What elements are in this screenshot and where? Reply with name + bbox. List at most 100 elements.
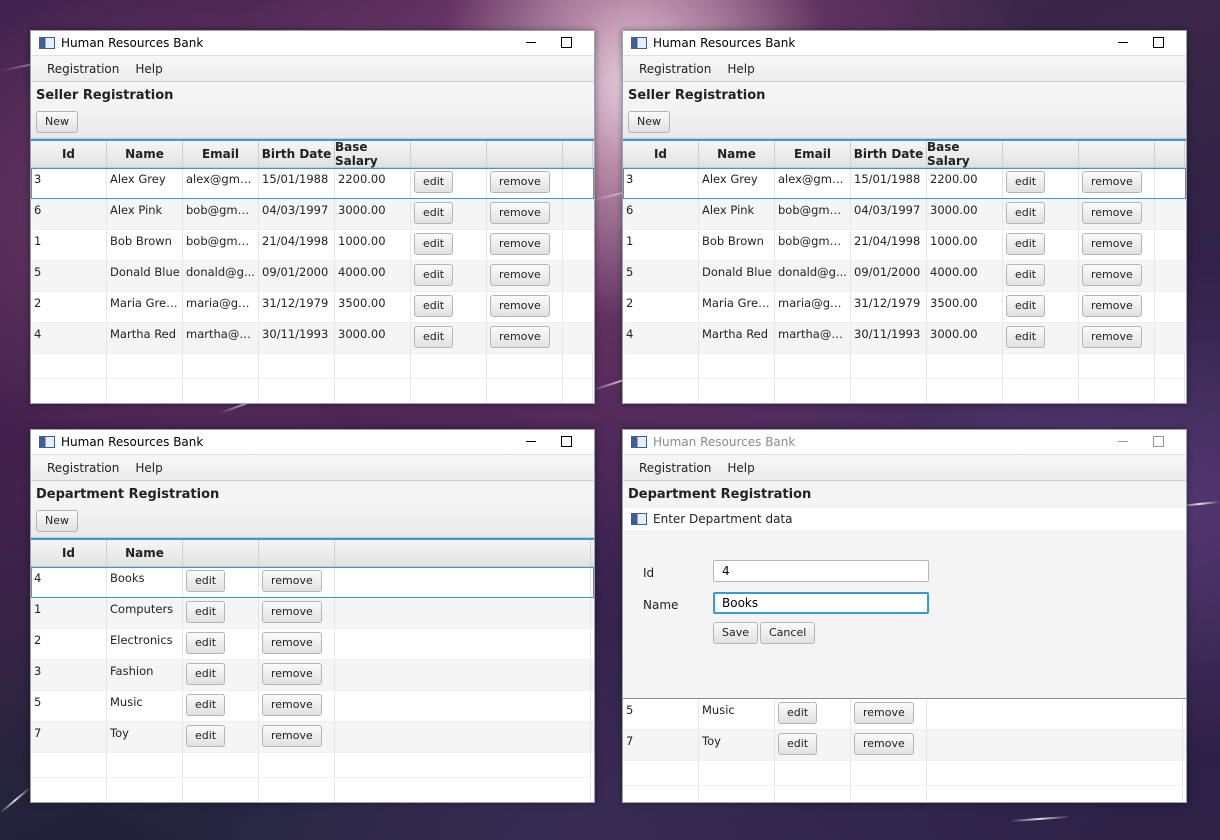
remove-button[interactable]: remove <box>490 233 550 255</box>
column-header[interactable] <box>183 540 259 566</box>
table-row[interactable]: 1 Bob Brown bob@gmai... 21/04/1998 1000.00 ed… <box>31 230 594 261</box>
department-table[interactable]: Id Name 4 Books edit remove 1 Computers edit remo… <box>31 538 594 802</box>
table-row[interactable]: 3 Fashion edit remove <box>31 660 594 691</box>
remove-button[interactable]: remove <box>262 663 322 685</box>
table-row[interactable]: 5 Music edit remove <box>31 691 594 722</box>
remove-button[interactable]: remove <box>1082 326 1142 348</box>
title-bar[interactable]: Human Resources Bank <box>623 31 1186 55</box>
remove-button[interactable]: remove <box>262 601 322 623</box>
column-header[interactable] <box>487 141 563 167</box>
edit-button[interactable]: edit <box>414 171 454 193</box>
edit-button[interactable]: edit <box>414 326 454 348</box>
table-row[interactable]: 1 Computers edit remove <box>31 598 594 629</box>
column-header[interactable]: Id <box>31 540 107 566</box>
remove-button[interactable]: remove <box>262 632 322 654</box>
title-bar[interactable]: Human Resources Bank <box>31 31 594 55</box>
menu-help[interactable]: Help <box>719 62 762 76</box>
save-button[interactable]: Save <box>713 622 759 644</box>
column-header[interactable] <box>1079 141 1155 167</box>
edit-button[interactable]: edit <box>1006 326 1046 348</box>
edit-button[interactable]: edit <box>186 632 226 654</box>
menu-registration[interactable]: Registration <box>631 461 719 475</box>
edit-button[interactable]: edit <box>186 725 226 747</box>
edit-button[interactable]: edit <box>778 702 818 724</box>
column-header[interactable] <box>1155 141 1185 167</box>
table-row[interactable]: 4 Martha Red martha@g... 30/11/1993 3000.00 e… <box>623 323 1186 354</box>
menu-help[interactable]: Help <box>127 62 170 76</box>
column-header[interactable]: Base Salary <box>927 140 1003 168</box>
edit-button[interactable]: edit <box>778 733 818 755</box>
minimize-icon[interactable] <box>1118 42 1128 43</box>
remove-button[interactable]: remove <box>1082 233 1142 255</box>
remove-button[interactable]: remove <box>1082 202 1142 224</box>
column-header[interactable]: Id <box>31 141 107 167</box>
id-field[interactable] <box>713 560 929 582</box>
remove-button[interactable]: remove <box>262 725 322 747</box>
column-header[interactable]: Email <box>183 141 259 167</box>
remove-button[interactable]: remove <box>490 295 550 317</box>
minimize-icon[interactable] <box>526 441 536 442</box>
menu-help[interactable]: Help <box>719 461 762 475</box>
edit-button[interactable]: edit <box>186 570 226 592</box>
edit-button[interactable]: edit <box>186 694 226 716</box>
maximize-icon[interactable] <box>1153 37 1164 48</box>
table-row[interactable]: 5 Donald Blue donald@g... 09/01/2000 4000.00… <box>31 261 594 292</box>
table-row[interactable]: 2 Maria Green maria@gm... 31/12/1979 3500.00… <box>623 292 1186 323</box>
column-header[interactable] <box>335 540 591 566</box>
remove-button[interactable]: remove <box>262 694 322 716</box>
new-button[interactable]: New <box>36 111 78 133</box>
table-row[interactable]: 5 Music edit remove <box>623 699 1186 730</box>
remove-button[interactable]: remove <box>490 264 550 286</box>
table-row[interactable]: 6 Alex Pink bob@gmai... 04/03/1997 3000.00 ed… <box>31 199 594 230</box>
name-field[interactable] <box>713 592 929 614</box>
remove-button[interactable]: remove <box>490 171 550 193</box>
new-button[interactable]: New <box>628 111 670 133</box>
column-header[interactable]: Birth Date <box>259 141 335 167</box>
edit-button[interactable]: edit <box>414 202 454 224</box>
edit-button[interactable]: edit <box>1006 171 1046 193</box>
column-header[interactable]: Birth Date <box>851 141 927 167</box>
remove-button[interactable]: remove <box>1082 171 1142 193</box>
menu-registration[interactable]: Registration <box>39 461 127 475</box>
menu-registration[interactable]: Registration <box>39 62 127 76</box>
cancel-button[interactable]: Cancel <box>760 622 816 644</box>
table-row[interactable]: 2 Maria Green maria@gm... 31/12/1979 3500.00… <box>31 292 594 323</box>
column-header[interactable]: Email <box>775 141 851 167</box>
edit-button[interactable]: edit <box>414 264 454 286</box>
seller-table[interactable]: Id Name Email Birth Date Base Salary 3 Alex Gr… <box>623 139 1186 403</box>
table-row[interactable]: 1 Bob Brown bob@gmai... 21/04/1998 1000.00 ed… <box>623 230 1186 261</box>
maximize-icon[interactable] <box>561 37 572 48</box>
maximize-icon[interactable] <box>561 436 572 447</box>
table-row[interactable]: 7 Toy edit remove <box>623 730 1186 761</box>
table-row[interactable]: 3 Alex Grey alex@gmai... 15/01/1988 2200.00 e… <box>623 168 1186 199</box>
remove-button[interactable]: remove <box>490 202 550 224</box>
menu-registration[interactable]: Registration <box>631 62 719 76</box>
edit-button[interactable]: edit <box>1006 202 1046 224</box>
remove-button[interactable]: remove <box>262 570 322 592</box>
table-row[interactable]: 6 Alex Pink bob@gmai... 04/03/1997 3000.00 ed… <box>623 199 1186 230</box>
edit-button[interactable]: edit <box>414 233 454 255</box>
dialog-title-bar[interactable]: Enter Department data <box>623 508 1186 530</box>
department-table[interactable]: 5 Music edit remove 7 Toy edit remove <box>623 699 1186 802</box>
column-header[interactable] <box>563 141 593 167</box>
title-bar[interactable]: Human Resources Bank <box>623 430 1186 454</box>
edit-button[interactable]: edit <box>1006 233 1046 255</box>
column-header[interactable]: Name <box>107 141 183 167</box>
column-header[interactable] <box>411 141 487 167</box>
table-row[interactable]: 7 Toy edit remove <box>31 722 594 753</box>
seller-table[interactable]: Id Name Email Birth Date Base Salary 3 Alex Gr… <box>31 139 594 403</box>
maximize-icon[interactable] <box>1153 436 1164 447</box>
remove-button[interactable]: remove <box>1082 295 1142 317</box>
edit-button[interactable]: edit <box>414 295 454 317</box>
table-row[interactable]: 4 Martha Red martha@g... 30/11/1993 3000.00 e… <box>31 323 594 354</box>
table-row[interactable]: 2 Electronics edit remove <box>31 629 594 660</box>
minimize-icon[interactable] <box>526 42 536 43</box>
remove-button[interactable]: remove <box>490 326 550 348</box>
edit-button[interactable]: edit <box>1006 264 1046 286</box>
edit-button[interactable]: edit <box>1006 295 1046 317</box>
column-header[interactable]: Base Salary <box>335 140 411 168</box>
table-row[interactable]: 3 Alex Grey alex@gmai... 15/01/1988 2200.00 e… <box>31 168 594 199</box>
column-header[interactable]: Name <box>107 540 183 566</box>
table-row[interactable]: 5 Donald Blue donald@g... 09/01/2000 4000.00… <box>623 261 1186 292</box>
minimize-icon[interactable] <box>1118 441 1128 442</box>
